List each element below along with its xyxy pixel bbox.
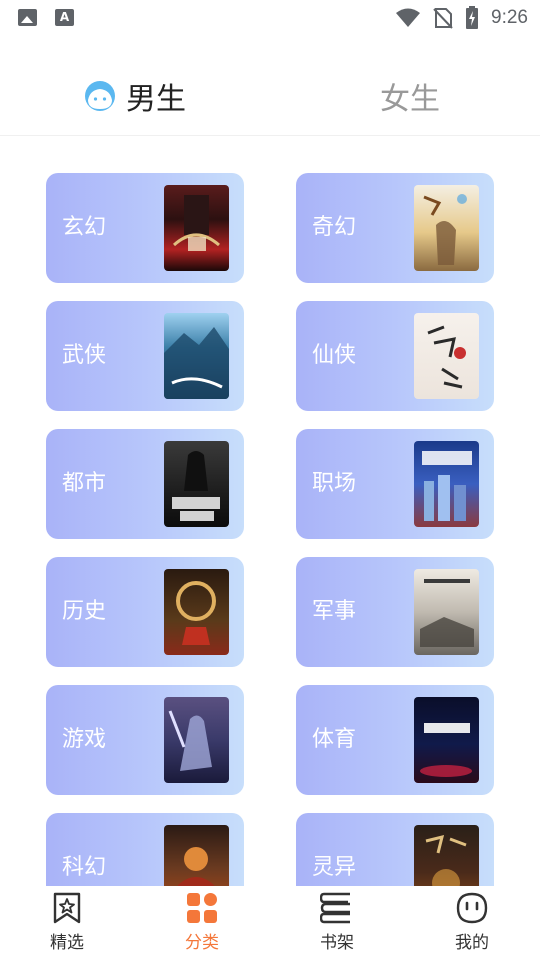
app-notification-icon: A [55,9,74,26]
nav-label: 书架 [320,933,354,953]
book-cover [164,569,229,655]
category-label: 仙侠 [312,343,357,368]
book-cover [164,313,229,399]
book-cover [164,441,229,527]
book-cover [414,313,479,399]
nav-label: 分类 [185,933,219,953]
tab-male-label: 男生 [126,82,186,117]
category-label: 武侠 [62,343,107,368]
category-label: 军事 [312,599,357,624]
category-label: 职场 [312,471,357,496]
grid-icon [187,893,217,923]
tab-female-label: 女生 [380,82,440,117]
category-card-zhichang[interactable]: 职场 [296,429,494,539]
battery-charging-icon [466,6,479,29]
tab-male[interactable]: 男生 [84,74,186,118]
category-card-wuxia[interactable]: 武侠 [46,301,244,411]
clock: 9:26 [491,7,528,28]
category-card-dushi[interactable]: 都市 [46,429,244,539]
category-card-xianxia[interactable]: 仙侠 [296,301,494,411]
book-cover [164,697,229,783]
book-cover [164,185,229,271]
gender-tabs: 男生 女生 [0,60,540,136]
nav-label: 我的 [455,933,489,953]
nav-featured[interactable]: 精选 [22,892,112,953]
nav-mine[interactable]: 我的 [427,892,517,953]
nav-category[interactable]: 分类 [157,892,247,953]
book-cover [414,697,479,783]
nav-bookshelf[interactable]: 书架 [292,892,382,953]
category-label: 玄幻 [62,215,107,240]
status-bar: A 9:26 [0,0,540,36]
tab-female[interactable]: 女生 [380,74,440,118]
category-card-lishi[interactable]: 历史 [46,557,244,667]
category-card-junshi[interactable]: 军事 [296,557,494,667]
category-label: 体育 [312,727,357,752]
bookmark-star-icon [53,892,81,924]
image-notification-icon [18,9,37,26]
book-cover [414,185,479,271]
bottom-nav: 精选 分类 书架 我的 [0,886,540,960]
face-icon [456,892,488,924]
book-cover [414,569,479,655]
category-card-xuanhuan[interactable]: 玄幻 [46,173,244,283]
category-card-qihuan[interactable]: 奇幻 [296,173,494,283]
bookshelf-icon [320,892,350,924]
category-label: 历史 [62,599,107,624]
category-label: 奇幻 [312,215,357,240]
book-cover [414,441,479,527]
nav-label: 精选 [50,933,84,953]
category-card-youxi[interactable]: 游戏 [46,685,244,795]
category-label: 游戏 [62,727,107,752]
category-card-tiyu[interactable]: 体育 [296,685,494,795]
wifi-icon [396,8,421,27]
no-sim-icon [433,8,453,29]
boy-face-icon [85,81,115,111]
category-label: 都市 [62,471,107,496]
